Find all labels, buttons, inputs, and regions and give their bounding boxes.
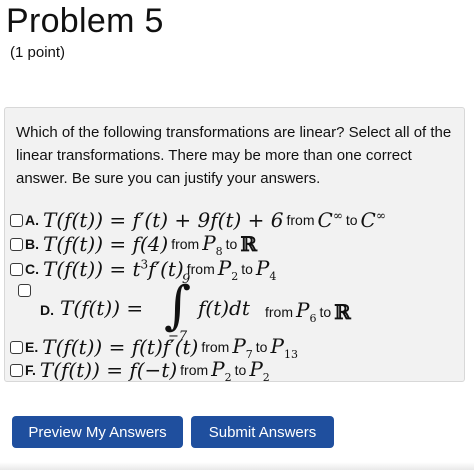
preview-answers-button[interactable]: Preview My Answers — [12, 416, 183, 448]
option-d-integrand: f(t)dt — [198, 296, 250, 320]
option-c-to: to — [241, 261, 253, 277]
option-b-codomain: ℝ — [240, 232, 257, 256]
option-c-checkbox[interactable] — [10, 262, 23, 276]
option-d-domain: P6 — [296, 298, 317, 325]
option-f-checkbox[interactable] — [10, 363, 23, 377]
option-b-letter: B. — [25, 236, 39, 252]
option-a-from: from — [286, 212, 315, 228]
option-b-to: to — [225, 236, 238, 252]
option-e-letter: E. — [25, 339, 39, 355]
points-label: (1 point) — [10, 44, 66, 61]
option-d[interactable]: D. T(f(t)) = ∫ 9 −7 f(t)dt from P6 to ℝ — [10, 272, 450, 344]
option-f[interactable]: F. T(f(t)) = f(−t) from P2 to P2 — [10, 356, 270, 384]
option-d-lhs: T(f(t)) = — [60, 296, 144, 320]
option-c-formula: T(f(t)) = t3f′(t) — [43, 257, 184, 281]
option-a[interactable]: A. T(f(t)) = f′(t) + 9f(t) + 6 from C∞ t… — [10, 207, 386, 233]
option-b-formula: T(f(t)) = f(4) — [43, 232, 169, 256]
option-c-letter: C. — [25, 261, 39, 277]
option-e-codomain: P13 — [270, 333, 298, 361]
option-a-to: to — [345, 212, 358, 228]
option-b-domain: P8 — [202, 230, 223, 258]
option-a-domain: C∞ — [317, 208, 343, 232]
option-f-from: from — [180, 362, 209, 378]
option-d-to: to — [319, 303, 332, 320]
option-b-from: from — [171, 236, 200, 252]
option-f-letter: F. — [25, 362, 36, 378]
option-e-checkbox[interactable] — [10, 340, 23, 354]
option-d-from: from — [265, 303, 293, 320]
option-d-checkbox[interactable] — [18, 284, 31, 297]
option-c-codomain: P4 — [255, 255, 277, 283]
option-c-domain: P2 — [217, 255, 239, 283]
option-f-formula: T(f(t)) = f(−t) — [39, 358, 178, 382]
option-b-checkbox[interactable] — [10, 237, 23, 251]
option-e-to: to — [255, 339, 268, 355]
option-d-integral: ∫ 9 −7 — [158, 272, 198, 344]
option-f-codomain: P2 — [249, 356, 270, 384]
option-d-integral-upper: 9 — [182, 272, 191, 287]
option-a-letter: A. — [25, 212, 39, 228]
question-text: Which of the following transformations a… — [16, 124, 452, 187]
option-e-from: from — [201, 339, 230, 355]
page-title: Problem 5 — [6, 2, 164, 40]
option-d-codomain: ℝ — [334, 299, 351, 324]
submit-answers-button[interactable]: Submit Answers — [191, 416, 334, 448]
option-f-to: to — [234, 362, 247, 378]
option-c[interactable]: C. T(f(t)) = t3f′(t) from P2 to P4 — [10, 255, 277, 283]
option-b[interactable]: B. T(f(t)) = f(4) from P8 to ℝ — [10, 230, 257, 258]
option-c-from: from — [186, 261, 215, 277]
option-a-formula: T(f(t)) = f′(t) + 9f(t) + 6 — [43, 208, 284, 232]
option-a-checkbox[interactable] — [10, 213, 23, 227]
bottom-edge — [0, 462, 474, 470]
option-a-codomain: C∞ — [360, 208, 386, 232]
option-f-domain: P2 — [211, 356, 232, 384]
option-d-letter: D. — [40, 302, 54, 318]
option-e-formula: T(f(t)) = f(t)f′(t) — [42, 335, 199, 359]
